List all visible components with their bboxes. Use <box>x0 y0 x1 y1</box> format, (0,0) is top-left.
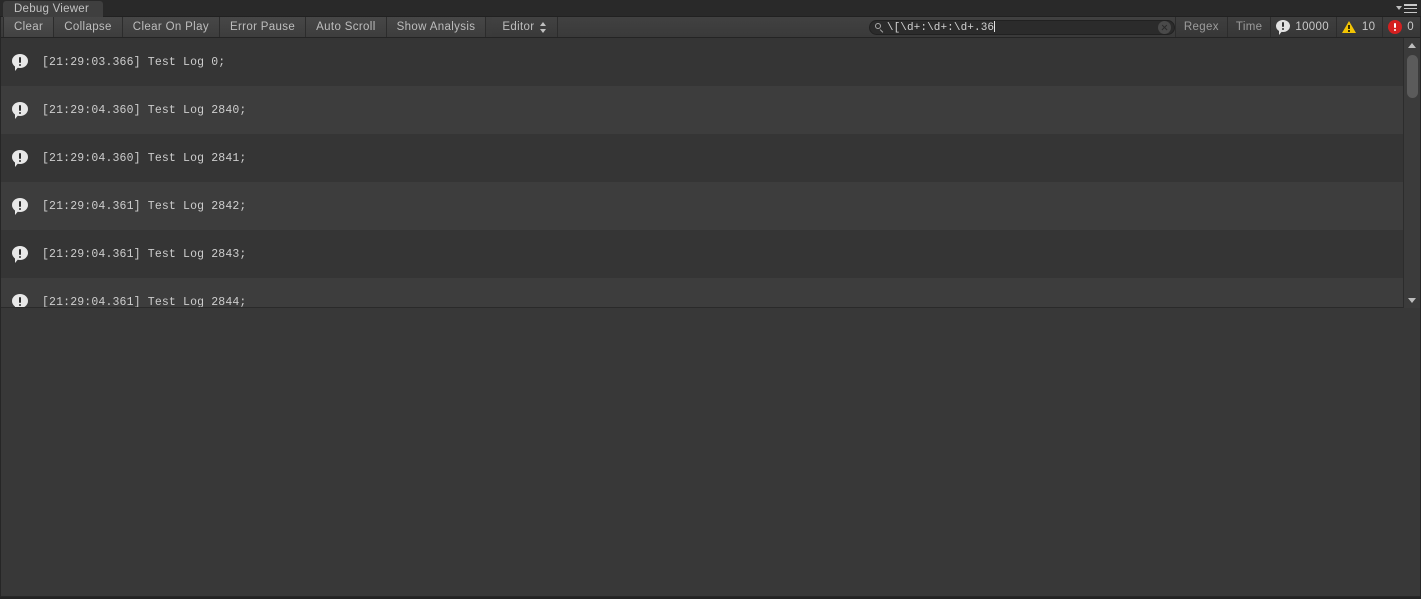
clear-on-play-label: Clear On Play <box>132 21 209 33</box>
text-caret <box>994 20 996 32</box>
search-field[interactable]: \[\d+:\d+:\d+.36 <box>868 19 1175 35</box>
toolbar: Clear Collapse Clear On Play Error Pause… <box>0 17 1421 38</box>
warning-triangle-icon <box>1341 20 1357 34</box>
log-detail-pane[interactable] <box>1 309 1420 597</box>
collapse-label: Collapse <box>64 21 112 33</box>
info-bubble-icon <box>12 294 28 307</box>
log-row-text: [21:29:03.366] Test Log 0; <box>42 55 226 69</box>
auto-scroll-label: Auto Scroll <box>316 21 376 33</box>
error-circle-icon <box>1388 20 1403 34</box>
hamburger-menu-icon <box>1404 4 1417 14</box>
log-row-text: [21:29:04.361] Test Log 2844; <box>42 295 247 308</box>
scrollbar-thumb[interactable] <box>1407 55 1418 98</box>
show-analysis-toggle[interactable]: Show Analysis <box>386 17 487 37</box>
info-count-toggle[interactable]: 10000 <box>1270 17 1336 37</box>
info-bubble-icon <box>12 54 28 71</box>
error-count: 0 <box>1407 21 1414 33</box>
editor-dropdown-label: Editor <box>502 21 535 33</box>
log-row[interactable]: [21:29:04.361] Test Log 2844; <box>1 278 1403 308</box>
search-input-value: \[\d+:\d+:\d+.36 <box>886 21 995 34</box>
info-count: 10000 <box>1295 21 1329 33</box>
error-pause-label: Error Pause <box>229 21 296 33</box>
updown-arrows-icon <box>540 21 547 33</box>
tab-label: Debug Viewer <box>14 3 90 15</box>
warning-count-toggle[interactable]: 10 <box>1335 17 1383 37</box>
editor-dropdown[interactable]: Editor <box>492 17 559 37</box>
debug-viewer-window: Debug Viewer Clear Collapse Clear On Pla… <box>0 0 1421 599</box>
chevron-down-icon <box>1396 6 1402 10</box>
clear-button[interactable]: Clear <box>3 17 55 37</box>
clear-label: Clear <box>14 21 44 33</box>
log-row-text: [21:29:04.361] Test Log 2843; <box>42 247 247 261</box>
warning-count: 10 <box>1361 21 1376 33</box>
info-bubble-icon <box>12 102 28 119</box>
info-bubble-icon <box>12 198 28 215</box>
search-input[interactable]: \[\d+:\d+:\d+.36 <box>886 20 1158 34</box>
arrow-down-icon <box>1408 298 1416 303</box>
collapse-toggle[interactable]: Collapse <box>54 17 123 37</box>
log-row[interactable]: [21:29:03.366] Test Log 0; <box>1 38 1403 86</box>
log-list-scrollbar[interactable] <box>1403 38 1420 308</box>
search-icon <box>873 21 886 34</box>
arrow-up-icon <box>1408 43 1416 48</box>
window-border-left <box>0 17 1 598</box>
log-row[interactable]: [21:29:04.361] Test Log 2843; <box>1 230 1403 278</box>
tab-debug-viewer[interactable]: Debug Viewer <box>3 1 104 17</box>
auto-scroll-toggle[interactable]: Auto Scroll <box>306 17 387 37</box>
log-row[interactable]: [21:29:04.360] Test Log 2841; <box>1 134 1403 182</box>
error-count-toggle[interactable]: 0 <box>1382 17 1421 37</box>
tab-bar: Debug Viewer <box>0 0 1421 17</box>
log-row[interactable]: [21:29:04.360] Test Log 2840; <box>1 86 1403 134</box>
log-list[interactable]: [21:29:03.366] Test Log 0; [21:29:04.360… <box>1 38 1420 308</box>
clear-on-play-toggle[interactable]: Clear On Play <box>122 17 220 37</box>
scroll-down-button[interactable] <box>1404 294 1420 308</box>
clear-search-button[interactable] <box>1157 20 1171 34</box>
log-row[interactable]: [21:29:04.361] Test Log 2842; <box>1 182 1403 230</box>
time-toggle[interactable]: Time <box>1226 17 1271 37</box>
info-bubble-icon <box>12 150 28 167</box>
regex-label: Regex <box>1183 21 1219 33</box>
error-pause-toggle[interactable]: Error Pause <box>219 17 307 37</box>
log-row-text: [21:29:04.360] Test Log 2841; <box>42 151 247 165</box>
scroll-up-button[interactable] <box>1404 38 1420 52</box>
info-bubble-icon <box>1276 20 1291 35</box>
info-bubble-icon <box>12 246 28 263</box>
log-row-text: [21:29:04.360] Test Log 2840; <box>42 103 247 117</box>
show-analysis-label: Show Analysis <box>396 21 476 33</box>
log-row-text: [21:29:04.361] Test Log 2842; <box>42 199 247 213</box>
time-label: Time <box>1235 21 1263 33</box>
regex-toggle[interactable]: Regex <box>1174 17 1227 37</box>
panel-options-menu-button[interactable] <box>1395 3 1417 15</box>
